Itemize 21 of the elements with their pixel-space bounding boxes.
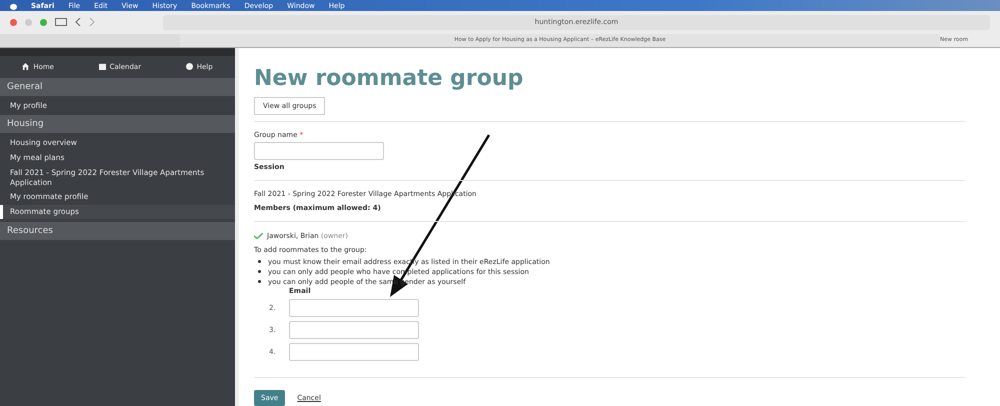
zoom-icon[interactable]: [40, 18, 47, 26]
forward-icon[interactable]: [89, 18, 95, 26]
group-name-field[interactable]: [254, 142, 384, 160]
email-field[interactable]: [289, 343, 419, 361]
email-field[interactable]: [289, 321, 419, 339]
close-icon[interactable]: [10, 18, 17, 26]
bullet-icon: [258, 260, 261, 264]
email-field[interactable]: [289, 299, 419, 317]
page-title: New roommate group: [254, 66, 524, 91]
minimize-icon[interactable]: [25, 18, 32, 26]
home-icon: [22, 63, 30, 70]
section-header: Resources: [0, 222, 235, 240]
section-header: General: [0, 78, 235, 96]
help-icon: [186, 63, 193, 70]
calendar-icon: [98, 63, 106, 70]
checkmark-icon: [254, 232, 263, 239]
bullet-icon: [258, 270, 261, 274]
section-header: Housing: [0, 115, 235, 134]
back-icon[interactable]: [75, 18, 81, 26]
sidebar-icon[interactable]: [55, 18, 67, 26]
bullet-icon: [258, 280, 261, 284]
